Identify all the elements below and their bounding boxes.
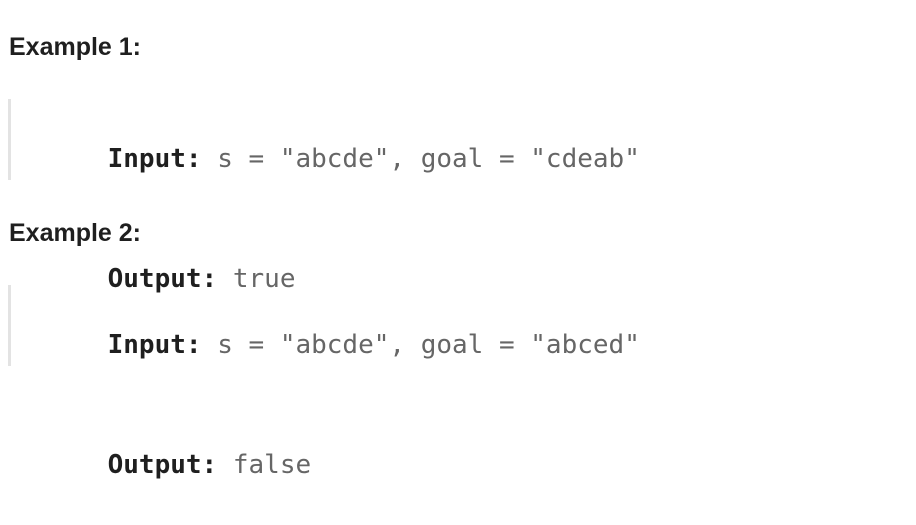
example-1-input-label: Input: xyxy=(107,144,202,174)
example-2-heading: Example 2: xyxy=(9,219,142,247)
example-2-output-value: false xyxy=(232,450,312,480)
example-2-output-line: Output: false xyxy=(45,405,888,525)
example-2-input-line: Input: s = "abcde", goal = "abced" xyxy=(45,285,888,405)
example-2-input-value: s = "abcde", goal = "abced" xyxy=(217,330,640,360)
example-1-heading: Example 1: xyxy=(9,33,142,61)
example-2-input-label: Input: xyxy=(107,330,202,360)
example-1-code-block: Input: s = "abcde", goal = "cdeab" Outpu… xyxy=(8,99,888,294)
example-1-input-line: Input: s = "abcde", goal = "cdeab" xyxy=(45,99,888,219)
example-1-input-value: s = "abcde", goal = "cdeab" xyxy=(217,144,640,174)
example-2-code-block: Input: s = "abcde", goal = "abced" Outpu… xyxy=(8,285,888,480)
example-2-output-label: Output: xyxy=(107,450,218,480)
